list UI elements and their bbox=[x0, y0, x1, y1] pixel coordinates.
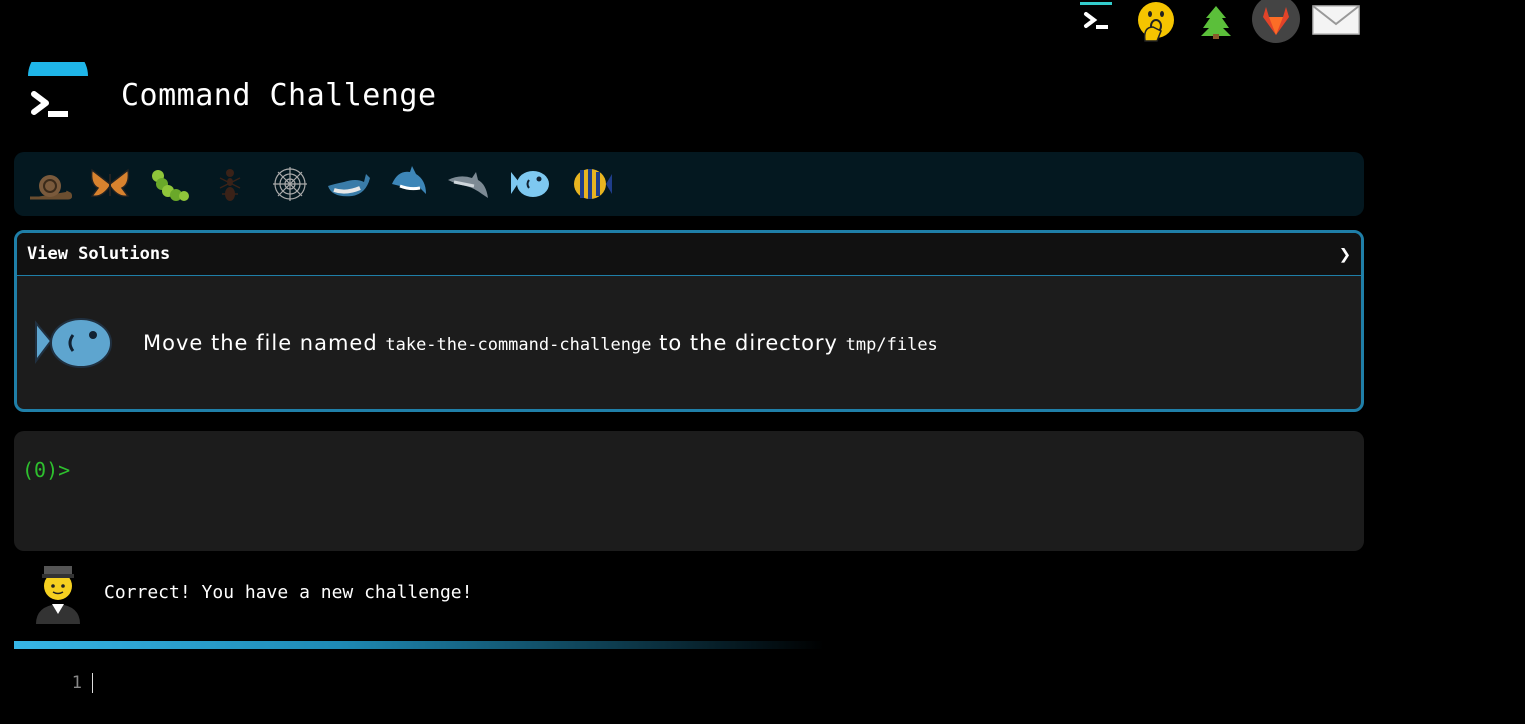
tropical-fish-icon bbox=[574, 169, 612, 199]
view-solutions-toggle[interactable]: View Solutions ❯ bbox=[17, 233, 1361, 276]
spider-web-icon bbox=[273, 167, 307, 201]
level-blowfish[interactable] bbox=[500, 156, 560, 212]
level-tropical-fish[interactable] bbox=[560, 156, 620, 212]
level-spider-web[interactable] bbox=[260, 156, 320, 212]
blowfish-icon bbox=[511, 171, 549, 197]
level-ant[interactable] bbox=[200, 156, 260, 212]
editor[interactable]: 1 bbox=[60, 670, 93, 696]
judge-avatar-icon bbox=[36, 566, 80, 624]
ant-icon bbox=[219, 169, 241, 201]
chevron-right-icon: ❯ bbox=[1338, 242, 1351, 266]
gitlab-nav-button[interactable] bbox=[1246, 0, 1306, 44]
feedback-row: Correct! You have a new challenge! bbox=[30, 560, 472, 624]
challenge-panel: View Solutions ❯ Move the file named tak… bbox=[14, 230, 1364, 412]
shark-icon bbox=[392, 166, 426, 194]
top-nav bbox=[1066, 0, 1366, 44]
level-butterfly[interactable] bbox=[80, 156, 140, 212]
butterfly-icon bbox=[90, 168, 130, 198]
terminal[interactable]: (0)> bbox=[14, 431, 1364, 551]
tree-nav-button[interactable] bbox=[1186, 0, 1246, 44]
challenge-body: Move the file named take-the-command-cha… bbox=[17, 276, 1361, 409]
terminal-nav-button[interactable] bbox=[1066, 0, 1126, 44]
challenge-text-before: Move the file named bbox=[143, 331, 386, 355]
level-dolphin[interactable] bbox=[440, 156, 500, 212]
challenge-dir-name: tmp/files bbox=[845, 335, 938, 355]
tree-icon bbox=[1201, 6, 1231, 39]
snail-icon bbox=[30, 175, 72, 200]
level-shark[interactable] bbox=[380, 156, 440, 212]
blowfish-icon bbox=[35, 318, 112, 368]
line-number: 1 bbox=[71, 673, 82, 693]
gitlab-icon bbox=[1252, 0, 1300, 43]
hushed-face-icon bbox=[1138, 2, 1174, 42]
terminal-icon bbox=[1080, 2, 1112, 29]
logo[interactable] bbox=[24, 46, 90, 128]
challenge-file-name: take-the-command-challenge bbox=[385, 335, 652, 355]
progress-bar bbox=[14, 641, 824, 649]
page-header: Command Challenge bbox=[24, 46, 437, 130]
level-selector bbox=[14, 152, 1364, 216]
challenge-description: Move the file named take-the-command-cha… bbox=[143, 331, 938, 355]
terminal-prompt: (0)> bbox=[22, 458, 71, 482]
terminal-logo-icon bbox=[28, 46, 88, 117]
whale-icon bbox=[328, 174, 370, 197]
caterpillar-icon bbox=[152, 170, 189, 201]
level-snail[interactable] bbox=[20, 156, 80, 212]
challenge-text-middle: to the directory bbox=[651, 331, 846, 355]
view-solutions-label: View Solutions bbox=[27, 244, 171, 264]
dolphin-icon bbox=[448, 172, 488, 198]
text-cursor bbox=[92, 673, 93, 693]
email-nav-button[interactable] bbox=[1306, 0, 1366, 44]
page-title: Command Challenge bbox=[121, 77, 437, 113]
hushed-face-nav-button[interactable] bbox=[1126, 0, 1186, 44]
envelope-icon bbox=[1312, 5, 1360, 35]
feedback-message: Correct! You have a new challenge! bbox=[104, 581, 473, 603]
level-caterpillar[interactable] bbox=[140, 156, 200, 212]
level-whale[interactable] bbox=[320, 156, 380, 212]
